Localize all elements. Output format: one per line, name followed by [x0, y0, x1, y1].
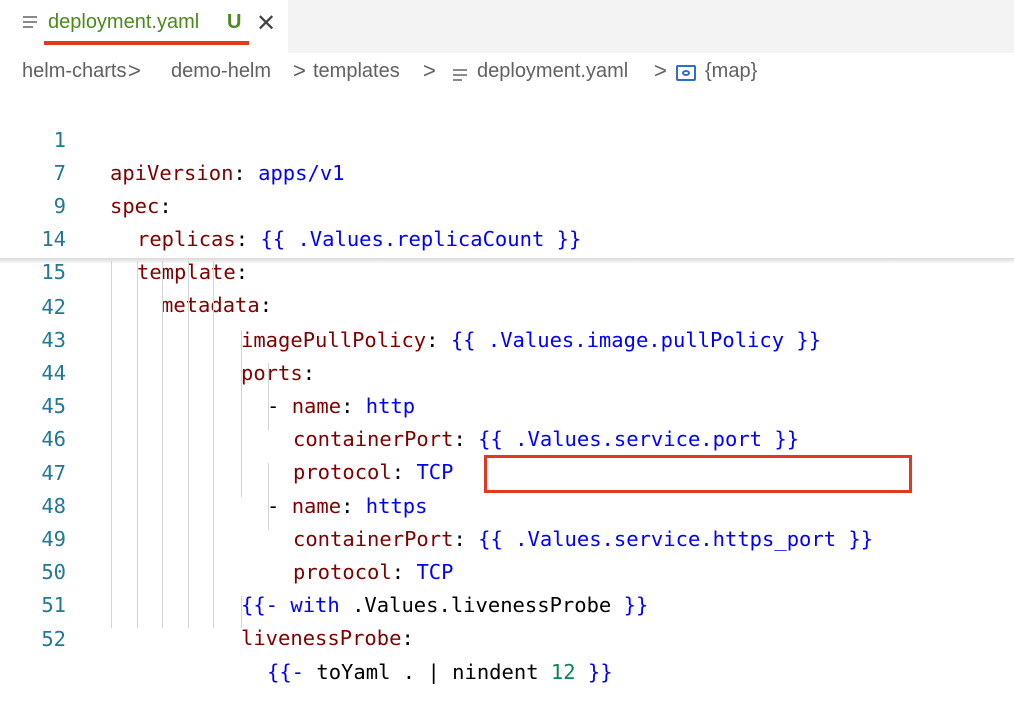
- code-editor[interactable]: 1 apiVersion: apps/v1 7 spec: 9 replicas…: [0, 88, 1014, 684]
- template-number: 12: [550, 660, 576, 684]
- yaml-colon: :: [401, 626, 414, 650]
- code-line: 44 - name: http: [0, 324, 1014, 418]
- code-line: 50 {{- with .Values.livenessProbe }}: [0, 523, 1014, 617]
- code-line: 46 protocol: TCP: [0, 390, 1014, 484]
- template-delimiter: }}: [575, 660, 613, 684]
- chevron-right-icon: >: [293, 58, 306, 83]
- git-status-badge: U: [227, 11, 242, 33]
- code-line: 45 containerPort: {{ .Values.service.por…: [0, 357, 1014, 451]
- breadcrumb-item-deployment-yaml[interactable]: deployment.yaml: [477, 60, 628, 83]
- code-line: 1 apiVersion: apps/v1: [0, 91, 1014, 185]
- tab-deployment-yaml[interactable]: deployment.yaml U ✕: [0, 0, 288, 53]
- breadcrumb-item-templates[interactable]: templates: [313, 60, 400, 83]
- template-delimiter: {{-: [267, 660, 305, 684]
- tab-label: deployment.yaml: [48, 11, 200, 33]
- close-icon[interactable]: ✕: [256, 12, 276, 36]
- code-line: 15 metadata:: [0, 223, 1014, 317]
- chevron-right-icon: >: [654, 58, 667, 83]
- template-expression: toYaml . | nindent: [304, 660, 551, 684]
- chevron-right-icon: >: [128, 58, 141, 83]
- code-line: 52 {{- toYaml . | nindent 12 }}: [0, 590, 1014, 684]
- code-line: 7 spec:: [0, 124, 1014, 218]
- code-line: 42 imagePullPolicy: {{ .Values.image.pul…: [0, 258, 1014, 352]
- tab-bar: deployment.yaml U ✕: [0, 0, 1014, 53]
- tab-highlight-underline: [44, 41, 249, 45]
- breadcrumb-item-map[interactable]: {map}: [705, 60, 757, 83]
- breadcrumb: helm-charts > demo-helm > templates > de…: [0, 58, 1014, 88]
- chevron-right-icon: >: [423, 58, 436, 83]
- file-lines-icon: [453, 66, 467, 82]
- breadcrumb-item-demo-helm[interactable]: demo-helm: [171, 60, 271, 83]
- code-line: 49 protocol: TCP: [0, 490, 1014, 584]
- code-line: 9 replicas: {{ .Values.replicaCount }}: [0, 157, 1014, 251]
- code-line: 51 livenessProbe:: [0, 556, 1014, 650]
- highlight-annotation-box: [484, 455, 912, 493]
- file-lines-icon: [23, 14, 39, 34]
- symbol-object-icon: [676, 65, 696, 81]
- code-line: 14 template:: [0, 190, 1014, 284]
- code-line: 43 ports:: [0, 291, 1014, 385]
- yaml-key: livenessProbe: [241, 626, 402, 650]
- code-line: 47 - name: https: [0, 424, 1014, 518]
- breadcrumb-item-helm-charts[interactable]: helm-charts: [22, 60, 126, 83]
